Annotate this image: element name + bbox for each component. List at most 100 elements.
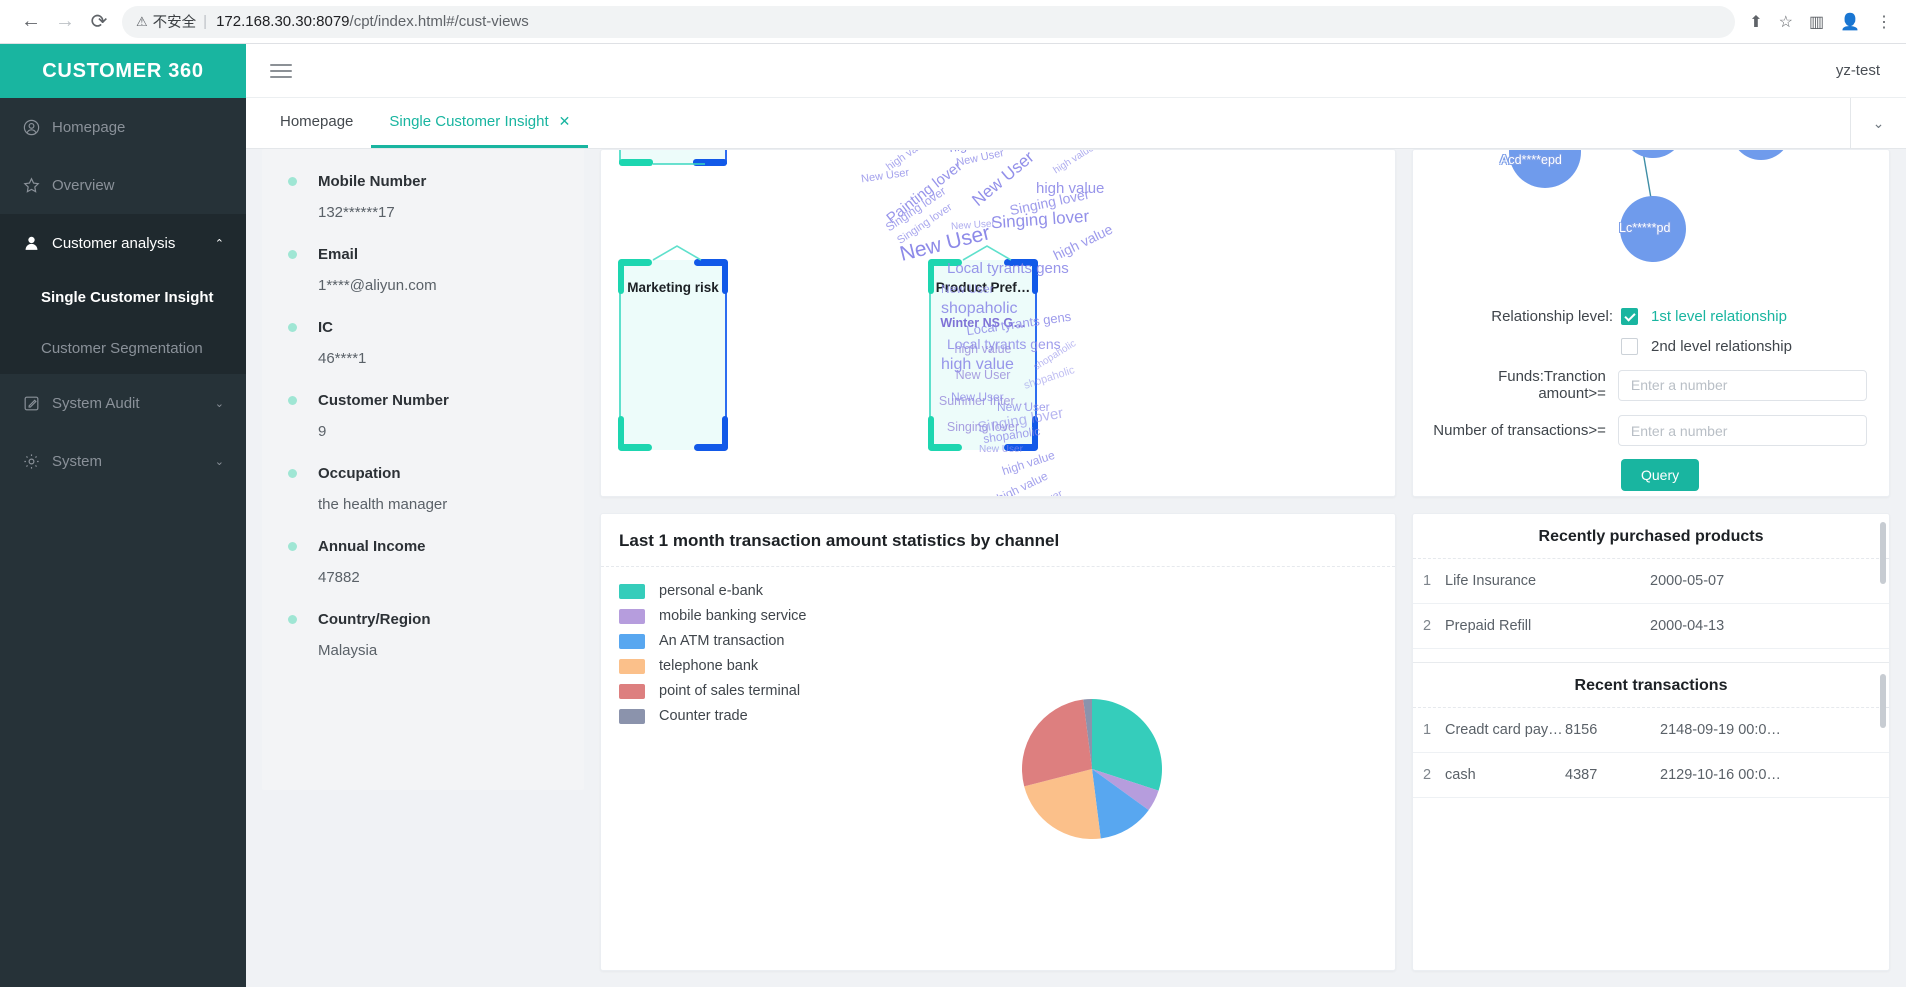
- sidebar-item-label: System Audit: [52, 394, 140, 412]
- chart-legend: personal e-bank mobile banking service An …: [619, 583, 807, 954]
- three-dot-menu-icon[interactable]: ⋮: [1876, 12, 1892, 32]
- checkbox-icon[interactable]: [1621, 338, 1638, 355]
- legend-item[interactable]: point of sales terminal: [619, 683, 807, 699]
- table-row[interactable]: 2 cash 4387 2129-10-16 00:0…: [1413, 753, 1889, 798]
- hamburger-menu-icon[interactable]: [270, 63, 292, 78]
- word-cloud-term[interactable]: New User: [860, 167, 909, 186]
- sidebar-submenu: Single Customer Insight Customer Segment…: [0, 272, 246, 374]
- transactions-count-input[interactable]: [1617, 415, 1867, 446]
- sidebar-item-overview[interactable]: Overview: [0, 156, 246, 214]
- bullet-dot-icon: [288, 396, 297, 405]
- recently-purchased-title: Recently purchased products: [1413, 514, 1889, 559]
- sidebar-item-label: Customer analysis: [52, 234, 176, 252]
- field-value: the health manager: [318, 496, 448, 513]
- pie-chart-wrap: [807, 583, 1378, 954]
- sidebar-item-homepage[interactable]: Homepage: [0, 98, 246, 156]
- address-bar[interactable]: ⚠ 不安全 | 172.168.30.30:8079/cpt/index.htm…: [122, 5, 1736, 38]
- customer-tables-card: Recently purchased products 1 Life Insur…: [1412, 513, 1890, 971]
- sidebar-item-system-audit[interactable]: System Audit ⌄: [0, 374, 246, 432]
- share-icon[interactable]: ⬆: [1749, 12, 1762, 32]
- legend-label: An ATM transaction: [659, 633, 785, 649]
- query-button[interactable]: Query: [1621, 459, 1700, 491]
- bullet-dot-icon: [288, 177, 297, 186]
- checkbox-1st-level[interactable]: 1st level relationship: [1613, 308, 1787, 325]
- table-divider: [1413, 649, 1889, 663]
- legend-item[interactable]: personal e-bank: [619, 583, 807, 599]
- legend-item[interactable]: telephone bank: [619, 658, 807, 674]
- profile-field-occupation: Occupation the health manager: [288, 465, 558, 513]
- relationship-query-card: Acd****epd Lc*****pd Relationship level:…: [1412, 149, 1890, 497]
- relationship-graph[interactable]: Acd****epd Lc*****pd: [1413, 150, 1889, 302]
- sidebar-item-system[interactable]: System ⌄: [0, 432, 246, 490]
- word-cloud-term[interactable]: New User: [979, 444, 1023, 455]
- table-row[interactable]: 1 Life Insurance 2000-05-07: [1413, 559, 1889, 604]
- bullet-dot-icon: [288, 542, 297, 551]
- relationship-level2-row: 2nd level relationship: [1427, 338, 1867, 355]
- row-index: 2: [1423, 618, 1432, 634]
- chevron-down-icon[interactable]: ⌄: [1850, 98, 1906, 148]
- tab-homepage[interactable]: Homepage: [262, 98, 371, 148]
- transaction-amount: 4387: [1565, 767, 1598, 783]
- sidebar-item-customer-segmentation[interactable]: Customer Segmentation: [0, 323, 246, 374]
- word-cloud-term[interactable]: high value: [1052, 150, 1096, 176]
- url-text: 172.168.30.30:8079/cpt/index.html#/cust-…: [216, 13, 529, 30]
- tab-single-customer-insight[interactable]: Single Customer Insight ✕: [371, 98, 589, 148]
- profile-field-ic: IC 46****1: [288, 319, 558, 367]
- main-column: yz-test Homepage Single Customer Insight…: [246, 44, 1906, 987]
- browser-actions: ⬆ ☆ ▥ 👤 ⋮: [1745, 12, 1892, 32]
- close-icon[interactable]: ✕: [559, 113, 571, 130]
- security-status-text: 不安全: [152, 15, 197, 31]
- field-label: Occupation: [318, 465, 401, 482]
- table-row[interactable]: 2 Prepaid Refill 2000-04-13: [1413, 604, 1889, 649]
- omnibox-divider: |: [203, 13, 208, 30]
- topbar-username[interactable]: yz-test: [1836, 62, 1880, 79]
- word-cloud-term[interactable]: New User: [951, 390, 1004, 404]
- sidebar-item-label: System: [52, 452, 103, 470]
- legend-swatch: [619, 583, 645, 599]
- word-cloud-term[interactable]: Singing lover: [990, 207, 1089, 234]
- checkbox-icon[interactable]: [1621, 308, 1638, 325]
- legend-item[interactable]: An ATM transaction: [619, 633, 807, 649]
- user-solid-icon: [22, 234, 52, 253]
- sidebar-item-customer-analysis[interactable]: Customer analysis ⌃: [0, 214, 246, 272]
- product-name: Prepaid Refill: [1445, 618, 1532, 634]
- word-cloud-term[interactable]: New User: [941, 282, 994, 296]
- word-cloud-term[interactable]: Local tyrants gens: [947, 260, 1069, 277]
- field-value: 132******17: [318, 204, 395, 221]
- middle-column: Marketing risk Product Pref… Winter NS G…: [600, 149, 1396, 971]
- tables-scrollbar[interactable]: [1880, 522, 1886, 962]
- word-cloud-term[interactable]: shopaholic: [941, 300, 1018, 318]
- legend-swatch: [619, 633, 645, 649]
- purchase-date: 2000-04-13: [1650, 618, 1725, 634]
- funds-amount-input[interactable]: [1617, 369, 1867, 401]
- word-cloud-term[interactable]: Local tyrants gens: [947, 336, 1061, 352]
- legend-swatch: [619, 608, 645, 624]
- funds-amount-row: Funds:Tranction amount>=: [1427, 368, 1867, 402]
- side-panel-icon[interactable]: ▥: [1809, 12, 1824, 32]
- table-row[interactable]: 1 Creadt card pay… 8156 2148-09-19 00:0…: [1413, 708, 1889, 753]
- tag-box-partial[interactable]: [619, 150, 727, 166]
- legend-item[interactable]: mobile banking service: [619, 608, 807, 624]
- reload-icon[interactable]: ⟳: [82, 5, 116, 39]
- field-label: Annual Income: [318, 538, 426, 555]
- forward-arrow-icon: →: [55, 10, 75, 32]
- relationship-node-label: Lc*****pd: [1619, 221, 1671, 235]
- back-arrow-icon[interactable]: ←: [14, 5, 48, 39]
- profile-avatar-icon[interactable]: 👤: [1840, 12, 1860, 32]
- word-cloud-term[interactable]: high value: [941, 356, 1014, 374]
- tab-label: Homepage: [280, 113, 354, 130]
- tag-box-marketing-risk[interactable]: Marketing risk: [618, 259, 728, 451]
- tab-bar: Homepage Single Customer Insight ✕ ⌄: [246, 98, 1906, 149]
- pie-chart[interactable]: [1021, 698, 1162, 839]
- checkbox-2nd-level[interactable]: 2nd level relationship: [1613, 338, 1792, 355]
- sidebar-item-single-customer-insight[interactable]: Single Customer Insight: [0, 272, 246, 323]
- legend-item[interactable]: Counter trade: [619, 708, 807, 724]
- row-index: 2: [1423, 767, 1432, 783]
- star-icon[interactable]: ☆: [1779, 12, 1793, 32]
- profile-field-annual-income: Annual Income 47882: [288, 538, 558, 586]
- row-index: 1: [1423, 573, 1432, 589]
- legend-label: mobile banking service: [659, 608, 807, 624]
- chart-body: personal e-bank mobile banking service An …: [601, 567, 1395, 970]
- bullet-dot-icon: [288, 469, 297, 478]
- sidebar: CUSTOMER 360 Homepage Overview Customer …: [0, 44, 246, 987]
